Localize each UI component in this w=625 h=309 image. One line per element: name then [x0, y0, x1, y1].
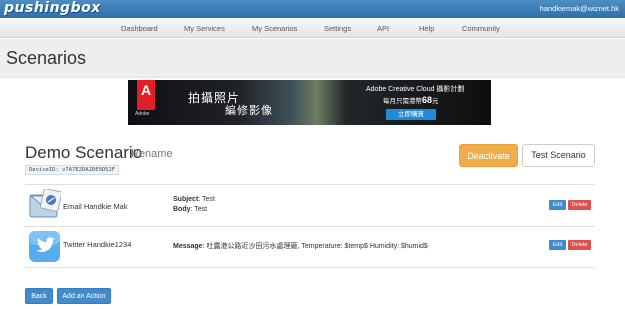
back-button[interactable]: Back	[25, 288, 53, 304]
page-header: Scenarios	[0, 39, 625, 78]
nav-dashboard[interactable]: Dashboard	[121, 24, 158, 33]
nav-api[interactable]: API	[377, 24, 389, 33]
nav-my-services[interactable]: My Services	[184, 24, 225, 33]
banner-headline-2: 編修影像	[225, 105, 273, 117]
scenario-title: Demo Scenario	[25, 143, 143, 162]
action-row: Twitter Handkie1234 Message: 吐露港公路近沙田污水處…	[25, 226, 595, 266]
edit-button[interactable]: Edit	[549, 200, 566, 210]
divider	[25, 267, 595, 268]
banner-product: Adobe Creative Cloud 攝影計劃	[366, 86, 465, 93]
action-field: Subject: Test	[173, 196, 215, 203]
action-field: Message: 吐露港公路近沙田污水處理廠, Temperature: $te…	[173, 243, 428, 250]
twitter-bird-icon	[28, 229, 61, 262]
nav-settings[interactable]: Settings	[324, 24, 351, 33]
divider	[25, 184, 595, 185]
action-row: Email Handkie Mak Subject: Test Body: Te…	[25, 186, 595, 226]
mail-app-icon	[28, 188, 62, 222]
action-name: Email Handkie Mak	[63, 202, 128, 211]
nav-community[interactable]: Community	[462, 24, 500, 33]
test-scenario-button[interactable]: Test Scenario	[522, 144, 595, 167]
rename-link[interactable]: Rename	[131, 148, 173, 160]
delete-button[interactable]: Delete	[568, 240, 591, 250]
edit-button[interactable]: Edit	[549, 240, 566, 250]
page-title: Scenarios	[6, 48, 87, 68]
adobe-wordmark: Adobe	[135, 111, 150, 117]
top-bar: pushingbox handkiemak@wiznet.hk	[0, 0, 625, 18]
device-id-badge: DeviceID: v7A7E2DA2DE9D52F	[25, 165, 120, 175]
action-name: Twitter Handkie1234	[63, 240, 132, 249]
banner-buy-button[interactable]: 立即購買	[386, 109, 436, 120]
action-field: Body: Test	[173, 206, 208, 213]
nav-help[interactable]: Help	[419, 24, 434, 33]
add-action-button[interactable]: Add an Action	[57, 288, 111, 304]
pushingbox-logo[interactable]: pushingbox	[4, 0, 101, 16]
delete-button[interactable]: Delete	[568, 200, 591, 210]
ad-banner[interactable]: A Adobe 拍攝照片 編修影像 Adobe Creative Cloud 攝…	[128, 80, 491, 125]
deactivate-button[interactable]: Deactivate	[459, 144, 518, 167]
user-email[interactable]: handkiemak@wiznet.hk	[540, 4, 619, 13]
nav-my-scenarios[interactable]: My Scenarios	[252, 24, 297, 33]
main-nav: Dashboard My Services My Scenarios Setti…	[0, 18, 625, 38]
banner-price: 每月只需港幣68元	[383, 95, 439, 105]
adobe-logo-icon: A	[137, 80, 155, 110]
